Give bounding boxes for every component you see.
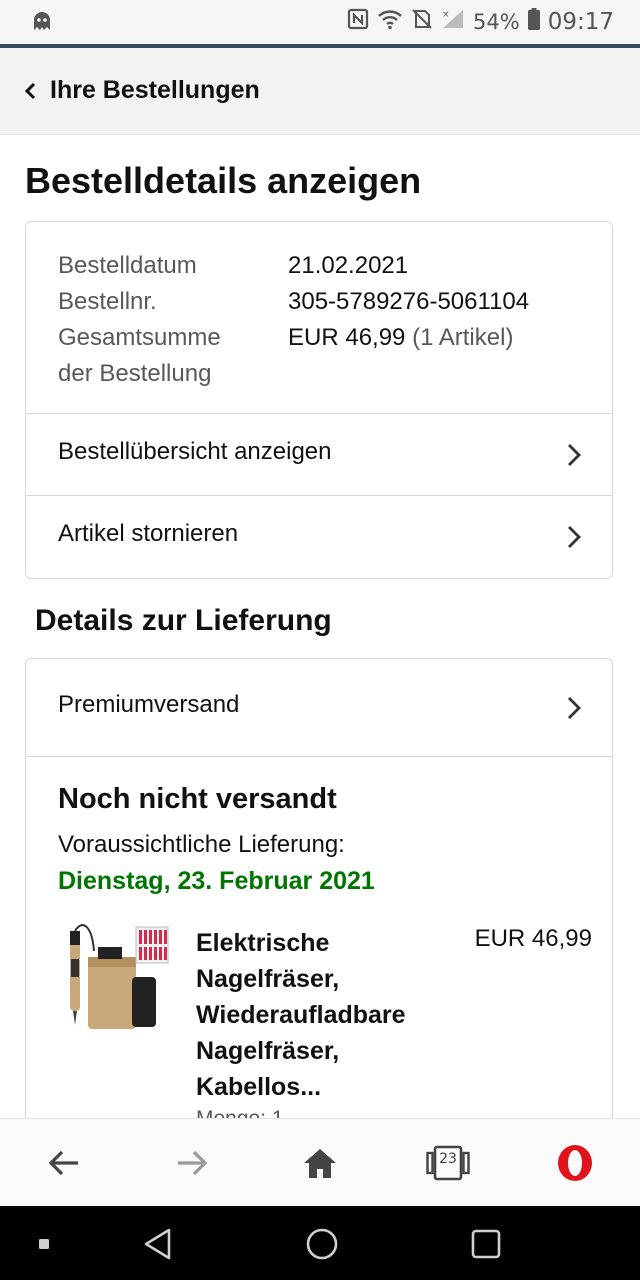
product-title-line: Wiederaufladbare bbox=[196, 1001, 406, 1029]
dot-icon bbox=[39, 1239, 49, 1249]
nav-back-button[interactable] bbox=[138, 1224, 178, 1264]
nav-dot-button[interactable] bbox=[24, 1224, 64, 1264]
product-title-line: Elektrische bbox=[196, 929, 330, 957]
system-nav-bar bbox=[0, 1206, 640, 1280]
order-total-value: EUR 46,99 (1 Artikel) bbox=[288, 320, 513, 356]
tabs-button[interactable]: 23 bbox=[424, 1141, 472, 1185]
order-number-value: 305-5789276-5061104 bbox=[288, 288, 530, 315]
opera-menu-button[interactable] bbox=[553, 1141, 597, 1185]
wifi-icon bbox=[377, 8, 403, 35]
order-total-amount: EUR 46,99 bbox=[288, 324, 406, 351]
delivery-card: Premiumversand Noch nicht versandt Vorau… bbox=[25, 658, 613, 1138]
clock: 09:17 bbox=[547, 8, 614, 35]
back-chevron-icon[interactable] bbox=[24, 80, 38, 107]
order-date-label: Bestelldatum bbox=[58, 252, 197, 279]
home-button[interactable] bbox=[298, 1141, 342, 1185]
triangle-back-icon bbox=[144, 1228, 171, 1260]
shipping-method-row[interactable]: Premiumversand bbox=[26, 658, 612, 756]
arrow-left-icon bbox=[48, 1150, 78, 1176]
square-recents-icon bbox=[471, 1229, 501, 1259]
opera-logo-icon bbox=[558, 1145, 592, 1181]
expected-delivery-label: Voraussichtliche Lieferung: bbox=[58, 831, 345, 858]
battery-percent: 54% bbox=[473, 9, 520, 34]
product-title[interactable]: Elektrische Nagelfräser, Wiederaufladbar… bbox=[196, 925, 446, 1105]
app-header: Ihre Bestellungen bbox=[0, 48, 640, 135]
nav-home-button[interactable] bbox=[302, 1224, 342, 1264]
product-price: EUR 46,99 bbox=[474, 925, 592, 952]
chevron-right-icon bbox=[566, 695, 582, 726]
no-sim-icon bbox=[411, 8, 433, 35]
circle-home-icon bbox=[306, 1228, 338, 1260]
ghost-notification-icon bbox=[30, 10, 54, 38]
battery-icon bbox=[527, 8, 540, 35]
chevron-right-icon bbox=[566, 442, 582, 473]
browser-toolbar: 23 bbox=[0, 1118, 640, 1207]
order-summary-row[interactable]: Bestellübersicht anzeigen bbox=[26, 413, 612, 496]
shipment-status: Noch nicht versandt bbox=[58, 783, 337, 815]
order-total-label-line2: der Bestellung bbox=[58, 360, 212, 387]
product-image[interactable] bbox=[62, 921, 172, 1033]
nav-recents-button[interactable] bbox=[466, 1224, 506, 1264]
arrow-right-icon bbox=[178, 1150, 208, 1176]
cancel-items-label: Artikel stornieren bbox=[58, 520, 239, 547]
svg-text:×: × bbox=[442, 10, 450, 20]
divider bbox=[26, 756, 612, 757]
order-number-label: Bestellnr. bbox=[58, 288, 157, 315]
order-summary-label: Bestellübersicht anzeigen bbox=[58, 438, 332, 465]
product-title-line: Nagelfräser, bbox=[196, 1037, 340, 1065]
chevron-right-icon bbox=[566, 524, 582, 555]
tab-count: 23 bbox=[439, 1151, 457, 1167]
signal-icon: × bbox=[441, 8, 465, 35]
expected-delivery-date: Dienstag, 23. Februar 2021 bbox=[58, 867, 375, 895]
home-icon bbox=[304, 1149, 336, 1178]
order-info-card: Bestelldatum 21.02.2021 Bestellnr. 305-5… bbox=[25, 221, 613, 579]
browser-forward-button[interactable] bbox=[170, 1141, 214, 1185]
status-bar: × 54% 09:17 bbox=[0, 0, 640, 44]
cancel-items-row[interactable]: Artikel stornieren bbox=[26, 495, 612, 578]
browser-back-button[interactable] bbox=[42, 1141, 86, 1185]
shipping-method-label: Premiumversand bbox=[58, 691, 240, 718]
order-total-label-line1: Gesamtsumme bbox=[58, 324, 221, 351]
product-title-line: Kabellos... bbox=[196, 1073, 322, 1101]
back-link[interactable]: Ihre Bestellungen bbox=[50, 76, 260, 105]
nfc-icon bbox=[347, 8, 369, 35]
order-date-value: 21.02.2021 bbox=[288, 252, 409, 279]
delivery-section-title: Details zur Lieferung bbox=[35, 604, 332, 637]
page-title: Bestelldetails anzeigen bbox=[25, 160, 422, 201]
product-title-line: Nagelfräser, bbox=[196, 965, 340, 993]
order-total-items: (1 Artikel) bbox=[412, 324, 514, 351]
